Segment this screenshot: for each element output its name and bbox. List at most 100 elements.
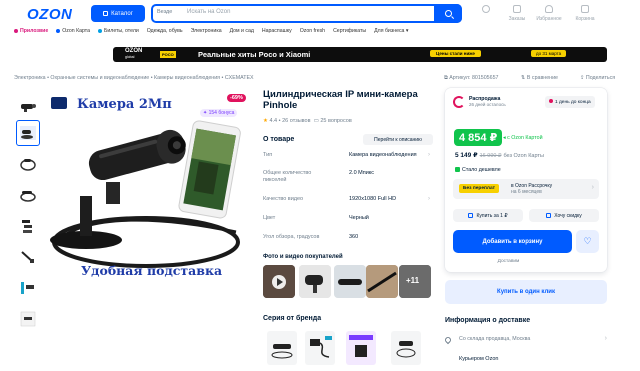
subnav-item-card[interactable]: Ozon Карта: [56, 28, 90, 38]
buy-one-click-button[interactable]: Купить в один клик: [445, 280, 607, 304]
share-link[interactable]: ⇪ Поделиться: [580, 75, 615, 81]
banner-text: Реальные хиты Poco и Xiaomi: [198, 50, 311, 59]
rating-value: 4.4: [269, 118, 278, 124]
catalog-button[interactable]: Каталог: [91, 5, 145, 22]
card-icon: [56, 28, 61, 33]
add-to-cart-button[interactable]: Добавить в корзину: [453, 230, 572, 253]
favorites-button[interactable]: Избранное: [534, 5, 564, 22]
ozon-logo[interactable]: OZON: [27, 6, 72, 23]
banner-chip: Цены стали ниже: [430, 50, 481, 57]
sale-timer-icon: [453, 96, 465, 108]
search-bar: Везде Искать на Ozon: [151, 4, 462, 23]
add-to-favorites-button[interactable]: ♡: [576, 230, 599, 253]
cart-button[interactable]: Корзина: [570, 5, 600, 22]
compare-link[interactable]: ⇅ В сравнение: [521, 75, 558, 81]
search-scope-select[interactable]: Везде: [157, 9, 172, 15]
series-item[interactable]: [346, 331, 376, 365]
delivery-address-row[interactable]: Со склада продавца, Москва ›: [443, 332, 607, 352]
series-item[interactable]: [305, 331, 335, 365]
favorites-label: Избранное: [536, 16, 562, 22]
ticket-icon: [98, 28, 102, 33]
chevron-right-icon: ›: [604, 335, 607, 342]
want-discount-button[interactable]: Хочу скидку: [529, 209, 599, 222]
no-overpay-badge: Без переплат: [459, 184, 499, 193]
subnav-item-home[interactable]: Дом и сад: [230, 28, 254, 38]
image-caption-title: Камера 2Мп: [77, 97, 172, 112]
customer-photo[interactable]: [263, 265, 295, 298]
app-icon: [14, 28, 18, 33]
thumbnail-active[interactable]: [16, 120, 40, 146]
about-heading: О товаре: [263, 136, 295, 143]
banner-poco-logo: POCO: [160, 51, 176, 58]
subnav-item-clothes[interactable]: Одежда, обувь: [147, 28, 183, 38]
delivery-info-heading: Информация о доставке: [445, 317, 531, 324]
customer-photos-heading[interactable]: Фото и видео покупателей: [263, 254, 343, 260]
search-button[interactable]: [434, 4, 462, 23]
profile-button[interactable]: [471, 5, 501, 13]
subnav-item-certificates[interactable]: Сертификаты: [333, 28, 366, 38]
customer-photo-more[interactable]: +11: [399, 265, 431, 298]
go-to-description-button[interactable]: Перейти к описанию: [363, 134, 433, 145]
article-number[interactable]: ⧉ Артикул: 801505657: [444, 75, 498, 82]
without-card-label: без Ozon Карты: [503, 153, 544, 159]
cart-icon: [581, 5, 589, 13]
subnav-item-open[interactable]: Нараспашку: [262, 28, 292, 38]
promo-banner[interactable]: OZON global POCO Реальные хиты Poco и Xia…: [113, 47, 607, 62]
reviews-count[interactable]: 26 отзывов: [282, 118, 310, 124]
customer-photo[interactable]: [334, 265, 366, 298]
star-icon: ★: [263, 118, 268, 124]
installment-block[interactable]: Без переплат в Ozon Рассрочку на 6 месяце…: [453, 179, 599, 199]
breadcrumb[interactable]: Электроника • Охранные системы и видеона…: [14, 75, 254, 81]
thumbnail[interactable]: [16, 213, 40, 239]
subnav-item-fresh[interactable]: Ozon fresh: [300, 28, 325, 38]
page: OZON Каталог Везде Искать на Ozon Заказы…: [0, 0, 640, 371]
bonus-badge: ✦ 154 бонуса: [200, 109, 238, 117]
buy-for-one-ruble-button[interactable]: Купить за 1 ₽: [453, 209, 523, 222]
location-pin-icon: [443, 335, 453, 345]
thumbnail[interactable]: [16, 182, 40, 208]
thumbnail[interactable]: [16, 244, 40, 270]
thumbnail[interactable]: [16, 275, 40, 301]
header: OZON Каталог Везде Искать на Ozon Заказы…: [0, 0, 640, 46]
sale-ends-chip: 1 день до конца: [545, 96, 595, 108]
subnav: Прилозвие Ozon Карта Билеты, отели Одежд…: [14, 28, 409, 38]
search-icon: [444, 10, 452, 17]
chevron-right-icon: ›: [591, 184, 594, 191]
subnav-item-tickets[interactable]: Билеты, отели: [98, 28, 139, 38]
series-item[interactable]: [267, 331, 297, 365]
banner-logo: OZON global: [125, 48, 143, 59]
courier-option[interactable]: Курьером Ozon: [459, 356, 498, 362]
product-photo: [46, 92, 252, 284]
rating-row[interactable]: ★ 4.4 • 26 отзывов ▭ 25 вопросов: [263, 118, 352, 124]
subnav-item-business[interactable]: Для бизнеса ▾: [374, 28, 408, 38]
thumbnail[interactable]: [16, 151, 40, 177]
product-main-image[interactable]: [46, 92, 252, 284]
customer-photo[interactable]: [299, 265, 331, 298]
customer-photo[interactable]: [366, 265, 398, 298]
banner-date: до 31 марта: [531, 50, 567, 57]
ozon-card-label[interactable]: ◂ c Ozon Картой: [503, 135, 543, 141]
questions-icon: ▭: [313, 118, 319, 124]
image-caption-footer: Удобная подставка: [81, 263, 223, 278]
thumbnail[interactable]: [16, 93, 40, 119]
profile-icon: [482, 5, 490, 13]
discount-badge: -69%: [227, 94, 246, 102]
search-input[interactable]: Искать на Ozon: [187, 9, 230, 15]
price-card: Распродажа 26 дней осталось 1 день до ко…: [445, 88, 607, 272]
questions-count[interactable]: 25 вопросов: [320, 118, 351, 124]
delivery-label: Доставим: [497, 259, 520, 264]
grid-icon: [103, 11, 109, 16]
product-title: Цилиндрическая IP мини-камера Pinhole: [263, 89, 418, 111]
old-price: 16 990 ₽: [479, 153, 502, 159]
regular-price-row: 5 149 ₽16 990 ₽ без Ozon Карты: [455, 152, 544, 159]
series-item[interactable]: [391, 331, 421, 365]
orders-label: Заказы: [508, 16, 526, 22]
thumbnail[interactable]: [16, 306, 40, 332]
subnav-item-electronics[interactable]: Электроника: [191, 28, 222, 38]
sale-subtitle: 26 дней осталось: [469, 102, 506, 107]
heart-icon: ♡: [583, 236, 592, 246]
delivery-address: Со склада продавца, Москва: [459, 336, 531, 342]
ozon-card-price: 4 854 ₽: [454, 129, 503, 146]
orders-button[interactable]: Заказы: [502, 5, 532, 22]
subnav-item-app[interactable]: Прилозвие: [14, 28, 48, 38]
